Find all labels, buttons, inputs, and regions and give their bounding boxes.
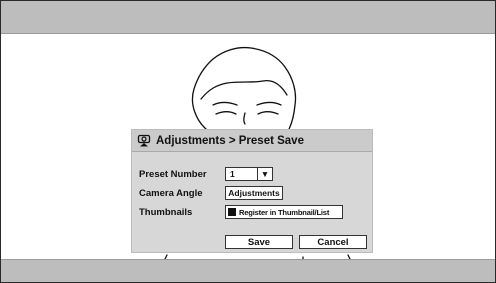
checkbox-checked-icon[interactable]: [228, 208, 236, 216]
thumbnails-label: Thumbnails: [139, 206, 193, 218]
camera-preview-screen: Adjustments > Preset Save Preset Number …: [0, 0, 496, 283]
camera-angle-row: Camera Angle Adjustments: [139, 186, 283, 200]
register-thumbnail-label: Register in Thumbnail/List: [239, 207, 330, 217]
preset-number-label: Preset Number: [139, 168, 207, 180]
preset-save-dialog: Adjustments > Preset Save Preset Number …: [131, 129, 373, 253]
bottom-letterbox-band: [1, 259, 495, 282]
register-thumbnail-checkbox[interactable]: Register in Thumbnail/List: [225, 205, 343, 219]
thumbnails-row: Thumbnails Register in Thumbnail/List: [139, 205, 343, 219]
preset-number-select[interactable]: 1 ▼: [225, 167, 273, 181]
preset-number-row: Preset Number 1 ▼: [139, 167, 273, 181]
camera-angle-label: Camera Angle: [139, 187, 203, 199]
dialog-title-bar: Adjustments > Preset Save: [132, 130, 372, 152]
adjustments-button[interactable]: Adjustments: [225, 186, 283, 200]
cancel-button[interactable]: Cancel: [299, 235, 367, 249]
preset-number-value: 1: [230, 169, 235, 179]
camera-icon: [137, 134, 151, 146]
save-button[interactable]: Save: [225, 235, 293, 249]
dialog-title: Adjustments > Preset Save: [156, 134, 304, 147]
dropdown-arrow-icon[interactable]: ▼: [257, 168, 272, 180]
